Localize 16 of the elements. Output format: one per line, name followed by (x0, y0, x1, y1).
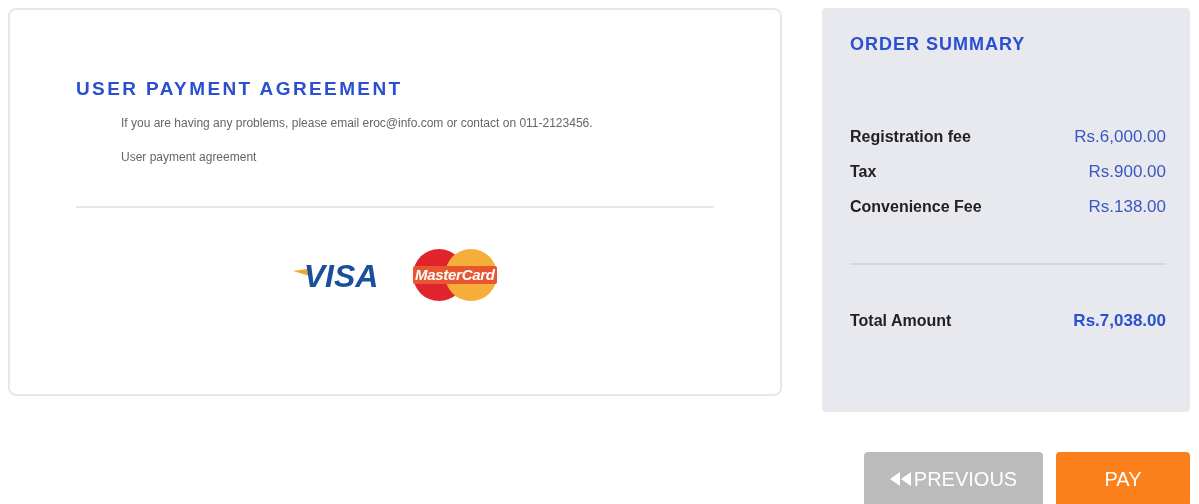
summary-title: ORDER SUMMARY (850, 34, 1027, 55)
fee-amount: Rs.900.00 (1088, 162, 1166, 182)
contact-text: If you are having any problems, please email eroc@info.com or contact on 011-2123456. (121, 116, 594, 130)
total-amount: Rs.7,038.00 (1073, 311, 1166, 331)
agreement-title: USER PAYMENT AGREEMENT (76, 78, 404, 100)
visa-logo: VISA (291, 253, 387, 297)
fee-label: Registration fee (850, 128, 971, 146)
pay-button[interactable]: PAY (1056, 452, 1190, 504)
rewind-icon (889, 472, 912, 486)
agreement-text: User payment agreement (121, 150, 258, 164)
fee-amount: Rs.138.00 (1088, 197, 1166, 217)
fee-amount: Rs.6,000.00 (1074, 127, 1166, 147)
fee-label: Convenience Fee (850, 198, 982, 216)
mastercard-logo: MasterCard (411, 248, 499, 302)
total-label: Total Amount (850, 312, 952, 330)
fee-label: Tax (850, 163, 877, 181)
